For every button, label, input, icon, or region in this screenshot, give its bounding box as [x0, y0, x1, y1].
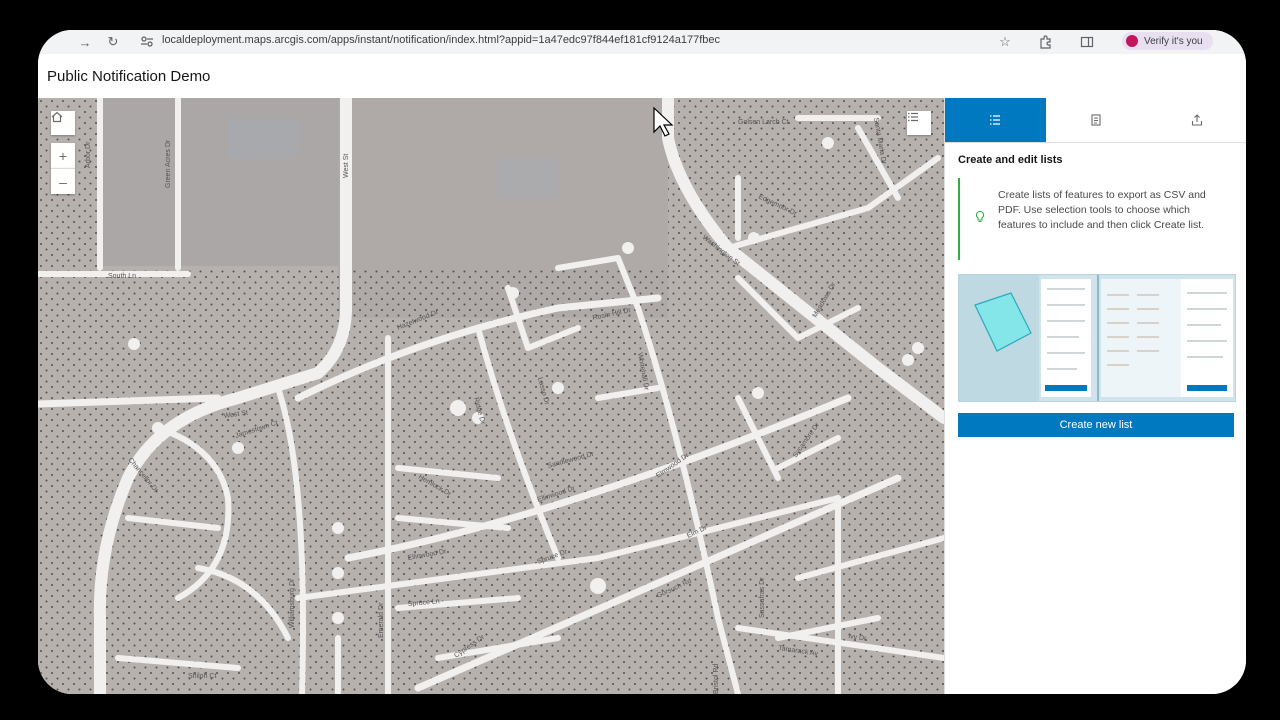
zoom-in-button[interactable]: + — [51, 143, 75, 168]
svg-text:Emerald Dr: Emerald Dr — [378, 602, 385, 638]
notice-text: Create lists of features to export as CS… — [998, 189, 1206, 231]
legend-button[interactable] — [907, 111, 931, 135]
svg-text:Shiloh Ct: Shiloh Ct — [188, 673, 216, 680]
panel-title: Create and edit lists — [958, 154, 1063, 166]
browser-window: → ↻ localdeployment.maps.arcgis.com/apps… — [38, 30, 1246, 694]
instructions-illustration — [958, 274, 1236, 402]
extensions-icon[interactable] — [1034, 31, 1056, 53]
info-notice: Create lists of features to export as CS… — [958, 178, 1236, 260]
tab-list[interactable] — [945, 98, 1046, 142]
svg-text:Green Acres Dr: Green Acres Dr — [165, 139, 172, 188]
lightbulb-icon — [975, 210, 985, 223]
zoom-out-button[interactable]: – — [51, 168, 75, 194]
panel-tabs — [945, 98, 1246, 143]
url-text[interactable]: localdeployment.maps.arcgis.com/apps/ins… — [162, 34, 720, 46]
site-info-icon[interactable] — [140, 34, 154, 51]
svg-text:Williamsburg Dr: Williamsburg Dr — [289, 578, 296, 628]
svg-text:Bristol Rd: Bristol Rd — [713, 664, 720, 694]
map-view[interactable]: West St South Ln Arbor Dr Green Acres Dr… — [38, 98, 944, 694]
verify-profile-chip[interactable]: Verify it's you — [1122, 32, 1213, 50]
plus-icon: + — [58, 147, 68, 164]
app-header: Public Notification Demo — [38, 54, 1246, 99]
create-new-list-button[interactable]: Create new list — [958, 413, 1234, 437]
street-map: West St South Ln Arbor Dr Green Acres Dr… — [38, 98, 944, 694]
svg-text:West St: West St — [343, 154, 350, 178]
list-icon — [908, 112, 918, 122]
export-icon — [1191, 114, 1202, 126]
forward-icon[interactable]: → — [74, 31, 96, 53]
verify-label: Verify it's you — [1144, 35, 1203, 47]
browser-address-bar: → ↻ localdeployment.maps.arcgis.com/apps… — [38, 30, 1246, 54]
home-icon — [51, 111, 63, 123]
list-icon — [990, 115, 1001, 125]
app-title: Public Notification Demo — [47, 68, 211, 85]
side-panel: Create and edit lists Create lists of fe… — [944, 98, 1246, 694]
tab-report[interactable] — [1046, 98, 1147, 142]
tab-export[interactable] — [1146, 98, 1246, 142]
svg-text:Golsen Larch Ct: Golsen Larch Ct — [738, 119, 789, 126]
avatar — [1126, 35, 1138, 47]
svg-text:Sassafras Dr: Sassafras Dr — [759, 577, 766, 618]
svg-text:Arbor Dr: Arbor Dr — [85, 141, 92, 168]
report-icon — [1091, 114, 1101, 126]
svg-text:South Ln: South Ln — [108, 273, 136, 280]
reload-icon[interactable]: ↻ — [102, 31, 124, 53]
minus-icon: – — [59, 173, 67, 190]
side-panel-icon[interactable] — [1076, 31, 1098, 53]
star-icon[interactable]: ☆ — [994, 31, 1016, 53]
home-button[interactable] — [51, 111, 75, 135]
